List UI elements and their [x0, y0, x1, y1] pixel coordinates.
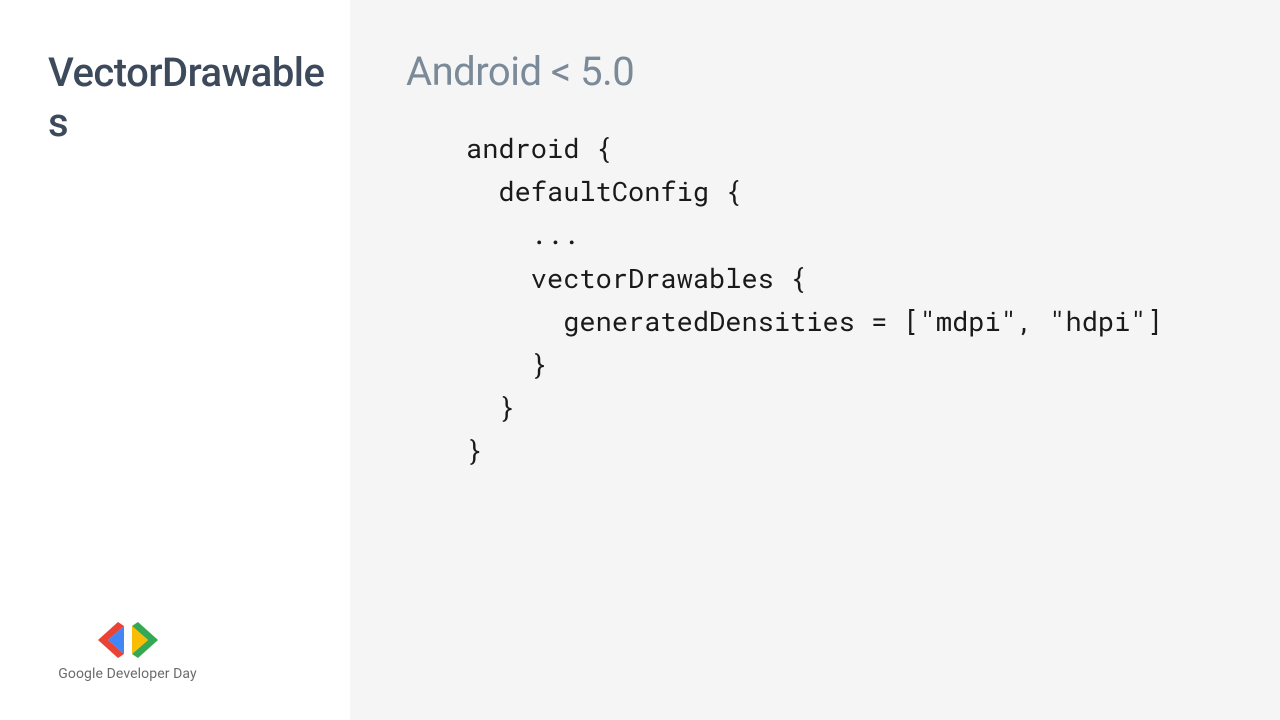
code-block: android { defaultConfig { ... vectorDraw…	[406, 127, 1240, 473]
slide: VectorDrawables Google Developer Day And…	[0, 0, 1280, 720]
sidebar: VectorDrawables Google Developer Day	[0, 0, 350, 720]
footer-brand-part1: Google	[58, 666, 106, 682]
footer-logo: Google Developer Day	[50, 620, 205, 682]
main-content: Android < 5.0 android { defaultConfig { …	[350, 0, 1280, 720]
footer-brand-part2: Developer Day	[107, 666, 197, 682]
google-developers-logo-icon	[50, 620, 205, 660]
content-heading: Android < 5.0	[406, 48, 1240, 95]
footer-brand-text: Google Developer Day	[50, 666, 205, 682]
sidebar-title: VectorDrawables	[48, 48, 330, 148]
